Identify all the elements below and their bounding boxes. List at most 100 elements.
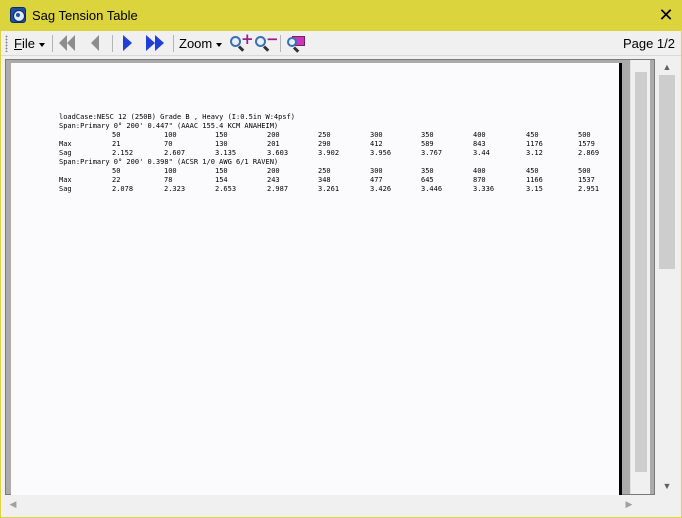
- table-cell: 1166: [526, 176, 543, 184]
- zoom-out-button[interactable]: −: [254, 32, 279, 53]
- table-cell: 1176: [526, 140, 543, 148]
- vertical-scrollbar[interactable]: ▲ ▼: [657, 59, 677, 494]
- scrollbar-corner: [657, 495, 677, 513]
- table-cell: 348: [318, 176, 331, 184]
- table-cell: 1579: [578, 140, 595, 148]
- scrollbar-thumb[interactable]: [635, 72, 647, 472]
- first-page-button[interactable]: [59, 34, 79, 53]
- scroll-up-icon[interactable]: ▲: [657, 59, 677, 75]
- row-label: Sag: [59, 185, 72, 193]
- scroll-down-icon[interactable]: ▼: [657, 478, 677, 494]
- app-icon: [10, 7, 26, 23]
- zoom-in-button[interactable]: +: [229, 32, 254, 53]
- zoom-dropdown[interactable]: Zoom: [179, 33, 223, 54]
- scroll-left-icon[interactable]: ◀: [5, 496, 21, 513]
- column-header: 100: [164, 167, 177, 175]
- toolbar: File Zoom + − Page 1/2: [1, 31, 681, 56]
- scrollbar-thumb[interactable]: [659, 75, 675, 269]
- first-page-icon: [59, 35, 75, 56]
- table-cell: 21: [112, 140, 121, 148]
- file-menu-label: ile: [21, 36, 35, 51]
- column-header: 350: [421, 131, 434, 139]
- table-cell: 3.902: [318, 149, 340, 157]
- column-header: 50: [112, 131, 121, 139]
- table-cell: 70: [164, 140, 173, 148]
- zoom-label: Zoom: [179, 36, 213, 51]
- horizontal-scrollbar[interactable]: ◀ ▶: [5, 496, 655, 513]
- print-preview-canvas[interactable]: loadCase:NESC 12 (250B) Grade B , Heavy …: [5, 59, 655, 495]
- title-bar: Sag Tension Table ✕: [0, 0, 682, 31]
- row-label: Max: [59, 176, 72, 184]
- table-cell: 2.987: [267, 185, 289, 193]
- next-page-icon: [123, 35, 132, 56]
- table-cell: 130: [215, 140, 228, 148]
- column-header: 250: [318, 131, 331, 139]
- row-label: Sag: [59, 149, 72, 157]
- column-header: 450: [526, 131, 539, 139]
- table-cell: 290: [318, 140, 331, 148]
- next-page-button[interactable]: [121, 34, 135, 53]
- table-cell: 843: [473, 140, 486, 148]
- table-cell: 3.15: [526, 185, 543, 193]
- column-header: 500: [578, 167, 591, 175]
- find-button[interactable]: [286, 34, 308, 53]
- table-cell: 3.336: [473, 185, 495, 193]
- span-line: Span:Primary 0° 200' 0.398" (ACSR 1/0 AW…: [59, 158, 279, 166]
- column-header: 200: [267, 167, 280, 175]
- table-cell: 3.261: [318, 185, 340, 193]
- table-cell: 870: [473, 176, 486, 184]
- table-cell: 2.869: [578, 149, 600, 157]
- table-cell: 2.653: [215, 185, 237, 193]
- table-cell: 2.607: [164, 149, 186, 157]
- previous-page-button[interactable]: [89, 34, 103, 53]
- table-cell: 3.12: [526, 149, 543, 157]
- column-header: 500: [578, 131, 591, 139]
- table-cell: 589: [421, 140, 434, 148]
- load-case-line: loadCase:NESC 12 (250B) Grade B , Heavy …: [59, 113, 296, 121]
- find-icon: [286, 34, 306, 53]
- table-cell: 477: [370, 176, 383, 184]
- table-cell: 2.152: [112, 149, 134, 157]
- column-header: 200: [267, 131, 280, 139]
- chevron-down-icon: [38, 42, 45, 47]
- table-cell: 2.078: [112, 185, 134, 193]
- scroll-right-icon[interactable]: ▶: [621, 496, 637, 513]
- table-cell: 3.446: [421, 185, 443, 193]
- column-header: 50: [112, 167, 121, 175]
- table-cell: 3.135: [215, 149, 237, 157]
- column-header: 150: [215, 131, 228, 139]
- table-cell: 154: [215, 176, 228, 184]
- table-cell: 3.956: [370, 149, 392, 157]
- toolbar-grip[interactable]: [5, 35, 8, 52]
- table-cell: 645: [421, 176, 434, 184]
- column-header: 350: [421, 167, 434, 175]
- column-header: 150: [215, 167, 228, 175]
- table-cell: 243: [267, 176, 280, 184]
- last-page-button[interactable]: [145, 34, 167, 53]
- last-page-icon: [146, 35, 164, 56]
- close-button[interactable]: ✕: [650, 0, 682, 31]
- chevron-down-icon: [216, 42, 223, 47]
- column-header: 400: [473, 131, 486, 139]
- report-page: loadCase:NESC 12 (250B) Grade B , Heavy …: [11, 63, 622, 495]
- table-cell: 22: [112, 176, 121, 184]
- toolbar-separator: [280, 35, 281, 52]
- file-menu-accelerator: F: [14, 36, 22, 51]
- table-cell: 3.767: [421, 149, 443, 157]
- table-cell: 3.426: [370, 185, 392, 193]
- table-cell: 78: [164, 176, 173, 184]
- window-title: Sag Tension Table: [32, 8, 138, 23]
- span-line: Span:Primary 0° 200' 0.447" (AAAC 155.4 …: [59, 122, 279, 130]
- column-header: 450: [526, 167, 539, 175]
- toolbar-separator: [173, 35, 174, 52]
- table-cell: 412: [370, 140, 383, 148]
- window: Sag Tension Table ✕ File Zoom + − Page 1…: [0, 0, 682, 518]
- toolbar-separator: [52, 35, 53, 52]
- client-area: File Zoom + − Page 1/2 loadCase:NESC 12 …: [1, 31, 681, 517]
- page-indicator: Page 1/2: [622, 36, 675, 51]
- table-cell: 3.44: [473, 149, 490, 157]
- column-header: 100: [164, 131, 177, 139]
- table-cell: 201: [267, 140, 280, 148]
- file-menu[interactable]: File: [14, 33, 45, 54]
- page-vertical-scrollbar[interactable]: [630, 60, 650, 494]
